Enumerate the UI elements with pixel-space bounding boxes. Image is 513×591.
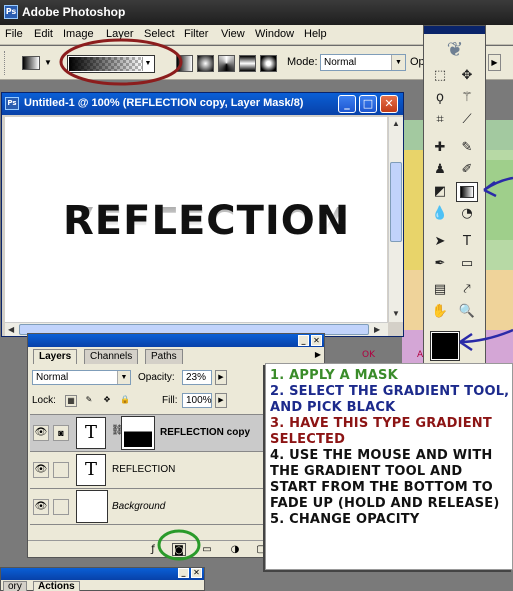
green-circle-annotation (157, 529, 201, 561)
blue-arrow-foreground-color (459, 328, 513, 352)
red-circle-annotation (59, 38, 183, 86)
annotation-overlay (59, 38, 513, 561)
blue-arrow-gradient-tool (483, 176, 513, 198)
